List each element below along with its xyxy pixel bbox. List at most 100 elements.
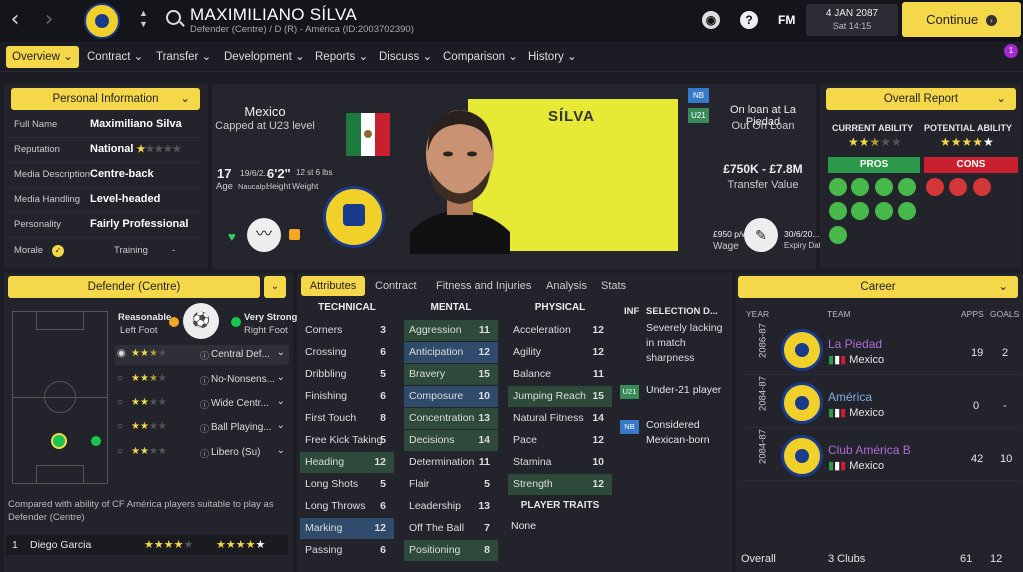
tab-contract[interactable]: Contract ⌄ (83, 46, 147, 68)
loan-club-badge-icon[interactable] (323, 186, 385, 248)
attribute-row[interactable]: Free Kick Taking 5 (300, 430, 394, 451)
attribute-row[interactable]: Anticipation 12 (404, 342, 498, 363)
attribute-row[interactable]: Aggression 11 (404, 320, 498, 341)
pro-marking-icon[interactable] (898, 178, 916, 196)
role-radio-icon[interactable]: ○ (117, 373, 123, 384)
help-icon[interactable]: ? (740, 11, 758, 29)
chevron-down-icon[interactable]: ⌄ (277, 445, 285, 456)
attribute-row[interactable]: Determination 11 (404, 452, 498, 473)
attribute-row[interactable]: Agility 12 (508, 342, 612, 363)
attribute-row[interactable]: Corners 3 (300, 320, 394, 341)
attribute-row[interactable]: Finishing 6 (300, 386, 394, 407)
info-icon[interactable]: ⓘ (200, 447, 209, 460)
role-row[interactable]: ○ ★★★★ ⓘ Ball Playing... ⌄ (115, 418, 289, 438)
personal-info-header[interactable]: Personal Information ⌄ (11, 88, 200, 110)
attribute-row[interactable]: Decisions 14 (404, 430, 498, 451)
pro-growth-icon[interactable] (829, 202, 847, 220)
attribute-row[interactable]: Stamina 10 (508, 452, 612, 473)
info-icon[interactable]: ⓘ (200, 374, 209, 387)
career-row[interactable]: 2084-87 Club América B ▮▮▮ Mexico 42 10 (741, 429, 1021, 481)
pro-money-icon[interactable] (875, 202, 893, 220)
tab-reports[interactable]: Reports ⌄ (311, 46, 372, 68)
chevron-down-icon[interactable]: ⌄ (277, 372, 285, 383)
chevron-down-icon[interactable]: ⌄ (277, 396, 285, 407)
career-team[interactable]: La Piedad (828, 337, 882, 351)
compare-row[interactable]: 1 Diego Garcia ★★★★★ ★★★★★ (6, 535, 288, 555)
contract-icon[interactable]: ✎ (744, 218, 778, 252)
fitness-pulse-icon[interactable]: 〰 (247, 218, 281, 252)
attribute-row[interactable]: Marking 12 (300, 518, 394, 539)
tab-contract-sub[interactable]: Contract (375, 280, 417, 292)
attribute-row[interactable]: Leadership 13 (404, 496, 498, 517)
career-row[interactable]: 2084-87 América ▮▮▮ Mexico 0 - (741, 376, 1021, 428)
tab-discuss[interactable]: Discuss ⌄ (375, 46, 436, 68)
attribute-row[interactable]: Crossing 6 (300, 342, 394, 363)
pro-team-icon[interactable] (851, 202, 869, 220)
attribute-row[interactable]: Off The Ball 7 (404, 518, 498, 539)
pro-jump-icon[interactable] (875, 178, 893, 196)
heart-icon[interactable]: ♥ (228, 229, 236, 244)
info-icon[interactable]: ⓘ (200, 349, 209, 362)
tab-transfer[interactable]: Transfer ⌄ (152, 46, 215, 68)
con-flask-icon[interactable] (973, 178, 991, 196)
morale-icon[interactable]: ✓ (52, 245, 64, 257)
tab-fitness[interactable]: Fitness and Injuries (436, 280, 531, 292)
hero-nation[interactable]: Mexico (215, 104, 315, 119)
role-row[interactable]: ○ ★★★★ ⓘ No-Nonsens... ⌄ (115, 370, 289, 390)
condition-icon[interactable] (289, 229, 300, 240)
pro-training-icon[interactable] (898, 202, 916, 220)
position-dropdown-icon[interactable]: ⌄ (264, 276, 286, 298)
role-row[interactable]: ◉ ★★★★ ⓘ Central Def... ⌄ (115, 345, 289, 365)
overall-report-header[interactable]: Overall Report ⌄ (826, 88, 1016, 110)
chevron-down-icon[interactable]: ⌄ (277, 347, 285, 358)
tab-attributes[interactable]: Attributes (301, 276, 365, 296)
role-row[interactable]: ○ ★★★★ ⓘ Libero (Su) ⌄ (115, 443, 289, 463)
chevron-down-icon[interactable]: ⌄ (277, 420, 285, 431)
search-icon[interactable] (166, 10, 181, 25)
forward-arrow-icon[interactable]: › (38, 8, 60, 32)
back-arrow-icon[interactable]: ‹ (4, 8, 26, 32)
globe-icon[interactable]: ◉ (702, 11, 720, 29)
sort-chevrons-icon[interactable]: ▲ ▼ (139, 8, 148, 30)
career-team[interactable]: América (828, 390, 872, 404)
fm-logo[interactable]: FM (778, 13, 795, 27)
career-header[interactable]: Career ⌄ (738, 276, 1018, 298)
attribute-row[interactable]: Acceleration 12 (508, 320, 612, 341)
attribute-row[interactable]: First Touch 8 (300, 408, 394, 429)
tab-overview[interactable]: Overview ⌄ (6, 46, 79, 68)
tab-analysis[interactable]: Analysis (546, 280, 587, 292)
attribute-row[interactable]: Long Throws 6 (300, 496, 394, 517)
info-icon[interactable]: ⓘ (200, 422, 209, 435)
con-star-icon[interactable] (949, 178, 967, 196)
attribute-row[interactable]: Long Shots 5 (300, 474, 394, 495)
pro-shield-icon[interactable] (829, 178, 847, 196)
role-row[interactable]: ○ ★★★★ ⓘ Wide Centr... ⌄ (115, 394, 289, 414)
role-radio-icon[interactable]: ◉ (117, 348, 126, 359)
career-team[interactable]: Club América B (828, 443, 911, 457)
tab-stats[interactable]: Stats (601, 280, 626, 292)
position-header[interactable]: Defender (Centre) (8, 276, 260, 298)
pro-contract-icon[interactable] (829, 226, 847, 244)
attribute-row[interactable]: Passing 6 (300, 540, 394, 561)
role-radio-icon[interactable]: ○ (117, 397, 123, 408)
pro-head-icon[interactable] (851, 178, 869, 196)
attribute-row[interactable]: Dribbling 5 (300, 364, 394, 385)
attribute-row[interactable]: Pace 12 (508, 430, 612, 451)
attribute-row[interactable]: Natural Fitness 14 (508, 408, 612, 429)
attribute-row[interactable]: Heading 12 (300, 452, 394, 473)
attribute-row[interactable]: Bravery 15 (404, 364, 498, 385)
attribute-row[interactable]: Jumping Reach 15 (508, 386, 612, 407)
info-icon[interactable]: ⓘ (200, 398, 209, 411)
tab-comparison[interactable]: Comparison ⌄ (439, 46, 522, 68)
attribute-row[interactable]: Composure 10 (404, 386, 498, 407)
attribute-row[interactable]: Concentration 13 (404, 408, 498, 429)
date-box[interactable]: 4 JAN 2087 Sat 14:15 (806, 4, 898, 36)
notification-badge[interactable]: 1 (1004, 44, 1018, 58)
con-foot-icon[interactable] (926, 178, 944, 196)
tab-development[interactable]: Development ⌄ (220, 46, 309, 68)
attribute-row[interactable]: Flair 5 (404, 474, 498, 495)
role-radio-icon[interactable]: ○ (117, 446, 123, 457)
club-badge-icon[interactable] (84, 3, 120, 39)
attribute-row[interactable]: Balance 11 (508, 364, 612, 385)
attribute-row[interactable]: Positioning 8 (404, 540, 498, 561)
